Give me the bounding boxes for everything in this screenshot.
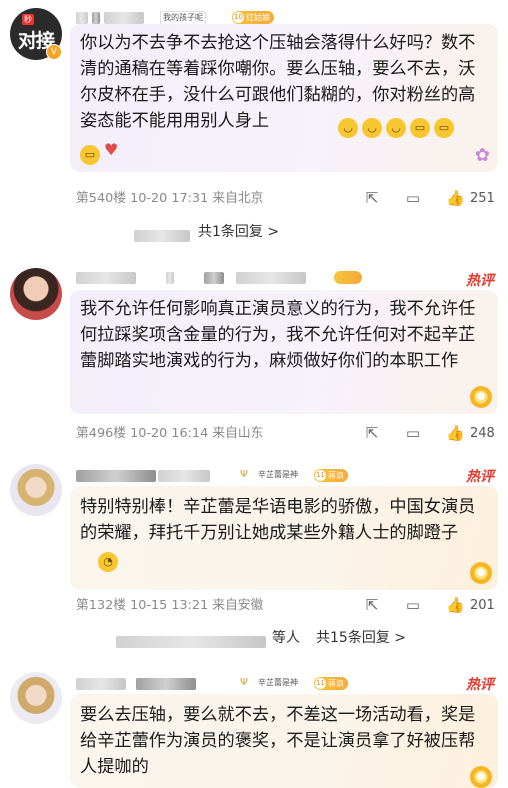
like-icon[interactable]: 👍 — [446, 597, 465, 613]
smile-icon: ◡ — [338, 118, 358, 138]
level-badge: 11 蒋浪 — [314, 469, 348, 482]
replier-blurred — [134, 230, 190, 242]
comment-bubble: 特别特别棒！辛芷蕾是华语电影的骄傲，中国女演员的荣耀，拜托千万别让她成某些外籍人… — [70, 486, 498, 590]
like-icon[interactable]: 👍 — [446, 425, 465, 441]
replier-blurred — [116, 636, 266, 648]
comment-text: 我不允许任何影响真正演员意义的行为，我不允许任何拉踩奖项含金量的行为，我不允许任… — [80, 299, 476, 371]
coin-icon: ● — [470, 562, 492, 584]
comment-text: 特别特别棒！辛芷蕾是华语电影的骄傲，中国女演员的荣耀，拜托千万别让她成某些外籍人… — [80, 497, 476, 543]
comment-icon[interactable]: ▭ — [405, 190, 421, 206]
share-icon[interactable]: ⇱ — [364, 425, 380, 441]
verified-icon: V — [46, 44, 62, 60]
fan-badge[interactable]: 辛芷蕾是神 — [256, 677, 300, 689]
like-count: 201 — [470, 598, 495, 613]
replies-prefix: 等人 — [272, 630, 300, 646]
view-replies-link[interactable]: 共1条回复 > — [198, 222, 279, 242]
comment-meta: 第132楼 10-15 13:21 来自安徽 — [76, 598, 264, 613]
comment-1: 秒 对接 V 我的孩子呢 10 红姑娘 你以为不去争不去抢这个压轴会落得什么好吗？… — [0, 0, 508, 250]
avatar-tag: 秒 — [22, 14, 34, 25]
level-badge: 10 红姑娘 — [232, 11, 274, 24]
like-count: 251 — [470, 191, 495, 206]
emoji-row-2: ▭ ♥ — [80, 140, 118, 165]
fan-badge[interactable]: 我的孩子呢 — [160, 11, 206, 25]
hot-comment-badge: 热评 — [466, 273, 494, 289]
avatar[interactable] — [10, 672, 62, 724]
hot-comment-badge: 热评 — [466, 677, 494, 693]
cup-icon: Ψ — [240, 469, 248, 480]
heart-hand-icon: ♥ — [104, 140, 119, 159]
view-replies-link[interactable]: 共15条回复 > — [316, 628, 406, 648]
share-icon[interactable]: ⇱ — [364, 597, 380, 613]
avatar[interactable] — [10, 268, 62, 320]
grin-icon: ▭ — [434, 118, 454, 138]
comment-bubble: 要么去压轴，要么就不去，不差这一场活动看，奖是给辛芷蕾作为演员的褒奖，不是让演员… — [70, 694, 498, 788]
comment-bubble: 我不允许任何影响真正演员意义的行为，我不允许任何拉踩奖项含金量的行为，我不允许任… — [70, 290, 498, 414]
mascot-icon: ✿ — [474, 145, 490, 166]
comment-3: Ψ 辛芷蕾是神 11 蒋浪 热评 特别特别棒！辛芷蕾是华语电影的骄傲，中国女演员的… — [0, 460, 508, 656]
emoji-row: ◡ ◡ ◡ ▭ ▭ — [338, 113, 458, 138]
comment-bubble: 你以为不去争不去抢这个压轴会落得什么好吗？数不清的通稿在等着踩你嘲你。要么压轴，… — [70, 24, 498, 172]
like-icon[interactable]: 👍 — [446, 190, 465, 206]
comment-icon[interactable]: ▭ — [405, 597, 421, 613]
username-blurred[interactable] — [76, 468, 216, 484]
hot-comment-badge: 热评 — [466, 469, 494, 485]
avatar[interactable] — [10, 464, 62, 516]
smile-icon: ◡ — [386, 118, 406, 138]
level-badge — [334, 271, 362, 284]
comment-text: 要么去压轴，要么就不去，不差这一场活动看，奖是给辛芷蕾作为演员的褒奖，不是让演员… — [80, 705, 476, 777]
like-count: 248 — [470, 426, 495, 441]
cup-icon: Ψ — [240, 677, 248, 688]
comment-2: 热评 我不允许任何影响真正演员意义的行为，我不允许任何拉踩奖项含金量的行为，我不… — [0, 258, 508, 458]
coin-icon: ● — [470, 386, 492, 408]
comment-icon[interactable]: ▭ — [405, 425, 421, 441]
username-blurred[interactable] — [76, 270, 316, 286]
username-blurred[interactable] — [76, 676, 216, 692]
level-badge: 11 蒋浪 — [314, 677, 348, 690]
grin-icon: ▭ — [410, 118, 430, 138]
smile-icon: ◡ — [362, 118, 382, 138]
grin-icon: ▭ — [80, 145, 100, 165]
comment-4: Ψ 辛芷蕾是神 11 蒋浪 热评 要么去压轴，要么就不去，不差这一场活动看，奖是给… — [0, 668, 508, 788]
comment-meta: 第496楼 10-20 16:14 来自山东 — [76, 426, 264, 441]
coin-icon: ● — [470, 766, 492, 788]
fan-badge[interactable]: 辛芷蕾是神 — [256, 469, 300, 481]
comment-meta: 第540楼 10-20 17:31 来自北京 — [76, 191, 264, 206]
pleading-icon: ◔ — [98, 552, 118, 572]
share-icon[interactable]: ⇱ — [364, 190, 380, 206]
